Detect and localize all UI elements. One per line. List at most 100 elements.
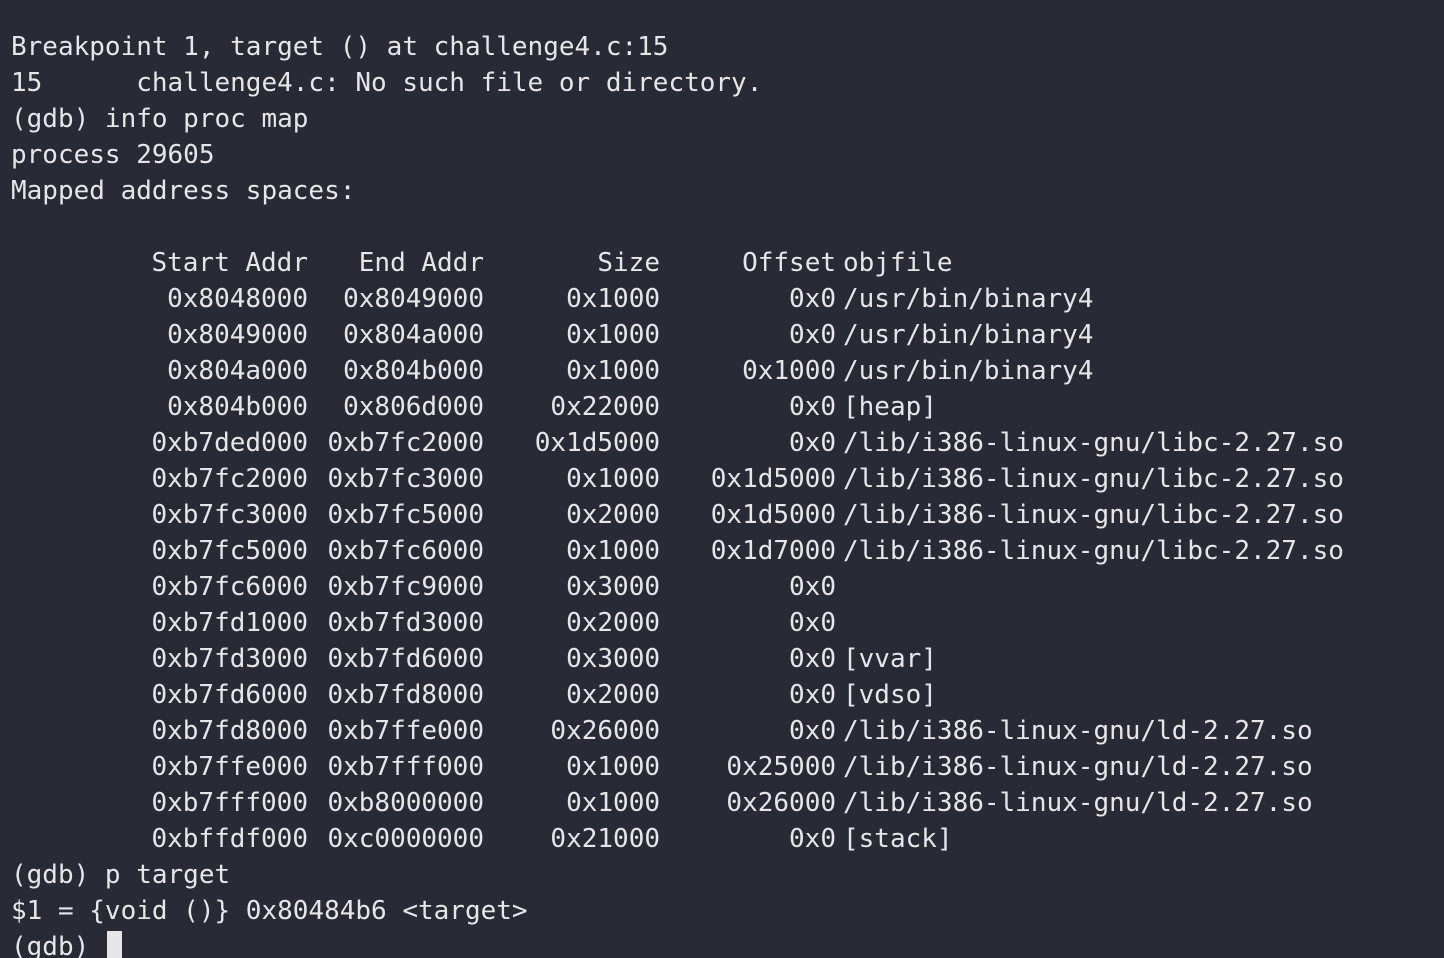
cell-size: 0x26000 <box>550 716 660 746</box>
cell-start-addr: 0xb7fd3000 <box>151 644 308 674</box>
cell-end-addr: 0x804a000 <box>343 320 484 350</box>
cell-offset: 0x0 <box>789 644 836 674</box>
cell-objfile: [vvar] <box>843 644 937 674</box>
cell-size: 0x1000 <box>566 752 660 782</box>
cell-size: 0x21000 <box>550 824 660 854</box>
map-table-row: 0xbffdf000 0xc0000000 0x21000 0x0 [stack] <box>11 821 1444 857</box>
text-cursor <box>106 931 122 958</box>
header-offset: Offset <box>742 248 836 278</box>
cell-objfile: [stack] <box>843 824 953 854</box>
cell-objfile: /usr/bin/binary4 <box>843 356 1094 386</box>
cell-start-addr: 0xb7ded000 <box>151 428 308 458</box>
cell-end-addr: 0x8049000 <box>343 284 484 314</box>
cell-size: 0x3000 <box>566 644 660 674</box>
map-table-row: 0xb7fc3000 0xb7fc5000 0x2000 0x1d5000/lib/i… <box>11 497 1444 533</box>
outro-output: (gdb) p target $1 = {void ()} 0x80484b6 <… <box>11 857 1444 929</box>
cell-end-addr: 0xb7fc9000 <box>327 572 484 602</box>
intro-output: Breakpoint 1, target () at challenge4.c:… <box>11 29 1444 209</box>
cell-size: 0x1000 <box>566 284 660 314</box>
cell-end-addr: 0xb8000000 <box>327 788 484 818</box>
map-table-row: 0x8049000 0x804a000 0x1000 0x0/usr/bin/bina… <box>11 317 1444 353</box>
cell-objfile: /lib/i386-linux-gnu/ld-2.27.so <box>843 788 1313 818</box>
cell-objfile: /lib/i386-linux-gnu/ld-2.27.so <box>843 752 1313 782</box>
map-table-row: 0x804a000 0x804b000 0x1000 0x1000/usr/bin/b… <box>11 353 1444 389</box>
cell-offset: 0x0 <box>789 716 836 746</box>
map-table-row: 0x804b000 0x806d000 0x22000 0x0 [heap] <box>11 389 1444 425</box>
map-table-row: 0xb7fff000 0xb8000000 0x1000 0x26000/lib/i3… <box>11 785 1444 821</box>
cell-end-addr: 0xb7fd8000 <box>327 680 484 710</box>
cell-end-addr: 0xb7fd3000 <box>327 608 484 638</box>
map-table-row: 0xb7ffe000 0xb7fff000 0x1000 0x25000/lib/i3… <box>11 749 1444 785</box>
gdb-prompt: (gdb) <box>11 932 105 958</box>
cell-size: 0x2000 <box>566 500 660 530</box>
header-start-addr: Start Addr <box>151 248 308 278</box>
cell-size: 0x22000 <box>550 392 660 422</box>
terminal-window[interactable]: Breakpoint 1, target () at challenge4.c:… <box>0 0 1444 958</box>
cell-start-addr: 0xb7ffe000 <box>151 752 308 782</box>
cell-end-addr: 0xb7fff000 <box>327 752 484 782</box>
map-table-row: 0xb7fd8000 0xb7ffe000 0x26000 0x0/lib/i386-… <box>11 713 1444 749</box>
cell-objfile: /usr/bin/binary4 <box>843 320 1094 350</box>
map-table-row: 0xb7fd3000 0xb7fd6000 0x3000 0x0 [vvar] <box>11 641 1444 677</box>
map-table-row: 0xb7fc5000 0xb7fc6000 0x1000 0x1d7000/lib/i… <box>11 533 1444 569</box>
output-line: process 29605 <box>11 140 215 170</box>
cell-objfile: [heap] <box>843 392 937 422</box>
map-table-row: 0xb7fc6000 0xb7fc9000 0x3000 0x0 <box>11 569 1444 605</box>
cell-start-addr: 0xbffdf000 <box>151 824 308 854</box>
cell-end-addr: 0x806d000 <box>343 392 484 422</box>
cell-size: 0x1d5000 <box>534 428 660 458</box>
map-table-row: 0xb7fc2000 0xb7fc3000 0x1000 0x1d5000/lib/i… <box>11 461 1444 497</box>
cell-offset: 0x0 <box>789 428 836 458</box>
cell-end-addr: 0xc0000000 <box>327 824 484 854</box>
cell-offset: 0x26000 <box>726 788 836 818</box>
cell-start-addr: 0xb7fc3000 <box>151 500 308 530</box>
cell-objfile: [vdso] <box>843 680 937 710</box>
cell-start-addr: 0xb7fd6000 <box>151 680 308 710</box>
cell-offset: 0x1000 <box>742 356 836 386</box>
output-line: (gdb) info proc map <box>11 104 309 134</box>
cell-start-addr: 0xb7fc5000 <box>151 536 308 566</box>
cell-start-addr: 0xb7fd8000 <box>151 716 308 746</box>
cell-offset: 0x1d5000 <box>710 464 836 494</box>
cell-offset: 0x0 <box>789 608 836 638</box>
cell-objfile: /lib/i386-linux-gnu/libc-2.27.so <box>843 536 1344 566</box>
cell-start-addr: 0x8048000 <box>167 284 308 314</box>
cell-start-addr: 0xb7fff000 <box>151 788 308 818</box>
cell-start-addr: 0x804a000 <box>167 356 308 386</box>
output-line: Breakpoint 1, target () at challenge4.c:… <box>11 32 669 62</box>
cell-start-addr: 0x804b000 <box>167 392 308 422</box>
output-line: Mapped address spaces: <box>11 176 356 206</box>
cell-start-addr: 0xb7fc6000 <box>151 572 308 602</box>
header-size: Size <box>597 248 660 278</box>
cell-end-addr: 0xb7fd6000 <box>327 644 484 674</box>
cell-objfile: /lib/i386-linux-gnu/ld-2.27.so <box>843 716 1313 746</box>
cell-objfile: /lib/i386-linux-gnu/libc-2.27.so <box>843 464 1344 494</box>
cell-offset: 0x25000 <box>726 752 836 782</box>
cell-size: 0x1000 <box>566 356 660 386</box>
cell-size: 0x2000 <box>566 680 660 710</box>
cell-end-addr: 0xb7fc5000 <box>327 500 484 530</box>
cell-size: 0x2000 <box>566 608 660 638</box>
output-line: $1 = {void ()} 0x80484b6 <target> <box>11 896 528 926</box>
cell-offset: 0x0 <box>789 392 836 422</box>
cell-end-addr: 0x804b000 <box>343 356 484 386</box>
cell-end-addr: 0xb7ffe000 <box>327 716 484 746</box>
cell-offset: 0x0 <box>789 680 836 710</box>
cell-size: 0x1000 <box>566 464 660 494</box>
map-table-header: Start Addr End Addr Size Offset objfile <box>11 245 1444 281</box>
cell-end-addr: 0xb7fc3000 <box>327 464 484 494</box>
output-line: (gdb) p target <box>11 860 231 890</box>
output-line: 15 challenge4.c: No such file or directo… <box>11 68 763 98</box>
map-table-row: 0xb7fd1000 0xb7fd3000 0x2000 0x0 <box>11 605 1444 641</box>
map-table-row: 0xb7ded000 0xb7fc2000 0x1d5000 0x0/lib/i386… <box>11 425 1444 461</box>
cell-size: 0x1000 <box>566 788 660 818</box>
cell-offset: 0x1d5000 <box>710 500 836 530</box>
cell-offset: 0x0 <box>789 320 836 350</box>
cell-objfile: /lib/i386-linux-gnu/libc-2.27.so <box>843 500 1344 530</box>
cell-start-addr: 0x8049000 <box>167 320 308 350</box>
header-objfile: objfile <box>843 248 953 278</box>
cell-size: 0x1000 <box>566 536 660 566</box>
cell-objfile: /usr/bin/binary4 <box>843 284 1094 314</box>
cell-size: 0x3000 <box>566 572 660 602</box>
prompt-line[interactable]: (gdb) <box>11 929 1444 958</box>
